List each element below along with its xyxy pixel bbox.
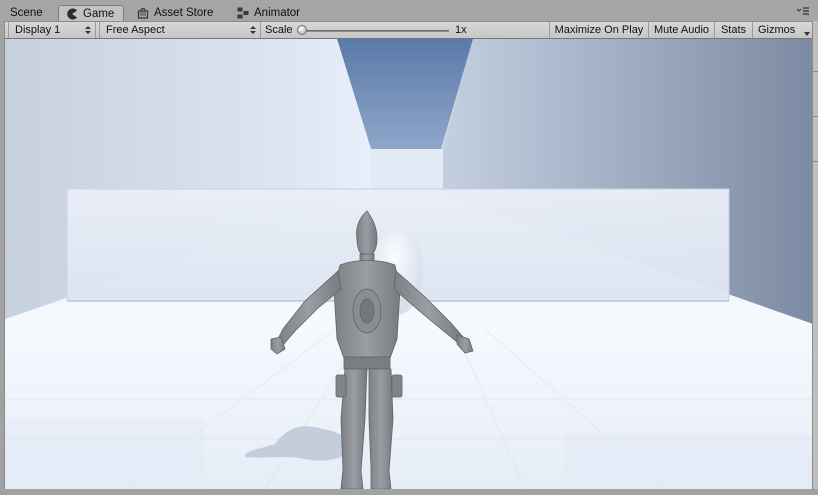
pacman-icon xyxy=(65,7,79,21)
scale-value: 1x xyxy=(455,24,467,36)
maximize-on-play-label: Maximize On Play xyxy=(554,24,644,36)
tab-game[interactable]: Game xyxy=(58,5,124,22)
tab-asset-store-label: Asset Store xyxy=(154,6,214,19)
updown-arrow-icon xyxy=(250,25,256,35)
tab-animator-label: Animator xyxy=(254,6,301,19)
dropdown-arrow-icon xyxy=(804,27,810,36)
gizmos-dropdown[interactable]: Gizmos xyxy=(753,22,813,38)
gizmos-label: Gizmos xyxy=(758,24,796,36)
shopping-bag-icon xyxy=(136,6,150,20)
scale-label: Scale xyxy=(265,24,293,36)
scale-slider-thumb[interactable] xyxy=(297,25,307,35)
tab-game-label: Game xyxy=(83,8,115,20)
editor-tab-strip: Scene Game Asset Store Animator xyxy=(0,0,818,22)
display-dropdown-value: Display 1 xyxy=(15,24,61,36)
tab-animator[interactable]: Animator xyxy=(230,4,306,21)
panel-menu-icon[interactable] xyxy=(796,6,810,16)
game-scene-render xyxy=(5,39,812,489)
tab-asset-store[interactable]: Asset Store xyxy=(130,4,219,21)
display-dropdown[interactable]: Display 1 xyxy=(8,22,96,38)
tab-scene[interactable]: Scene xyxy=(4,4,49,21)
game-viewport[interactable] xyxy=(4,39,812,489)
bottom-margin xyxy=(0,489,818,495)
tab-scene-label: Scene xyxy=(10,6,43,19)
stats-label: Stats xyxy=(720,24,747,36)
mute-audio-button[interactable]: Mute Audio xyxy=(649,22,715,38)
aspect-dropdown[interactable]: Free Aspect xyxy=(99,22,261,38)
dock-edge xyxy=(812,21,818,495)
updown-arrow-icon xyxy=(85,25,91,35)
game-view-toolbar: Display 1 Free Aspect Scale 1x Maximize … xyxy=(4,21,814,39)
mute-audio-label: Mute Audio xyxy=(653,24,710,36)
aspect-dropdown-value: Free Aspect xyxy=(106,24,165,36)
scale-slider-track[interactable] xyxy=(301,30,449,32)
animator-nodes-icon xyxy=(236,6,250,20)
stats-button[interactable]: Stats xyxy=(715,22,753,38)
maximize-on-play-button[interactable]: Maximize On Play xyxy=(549,22,649,38)
scale-control: Scale 1x xyxy=(263,22,549,38)
